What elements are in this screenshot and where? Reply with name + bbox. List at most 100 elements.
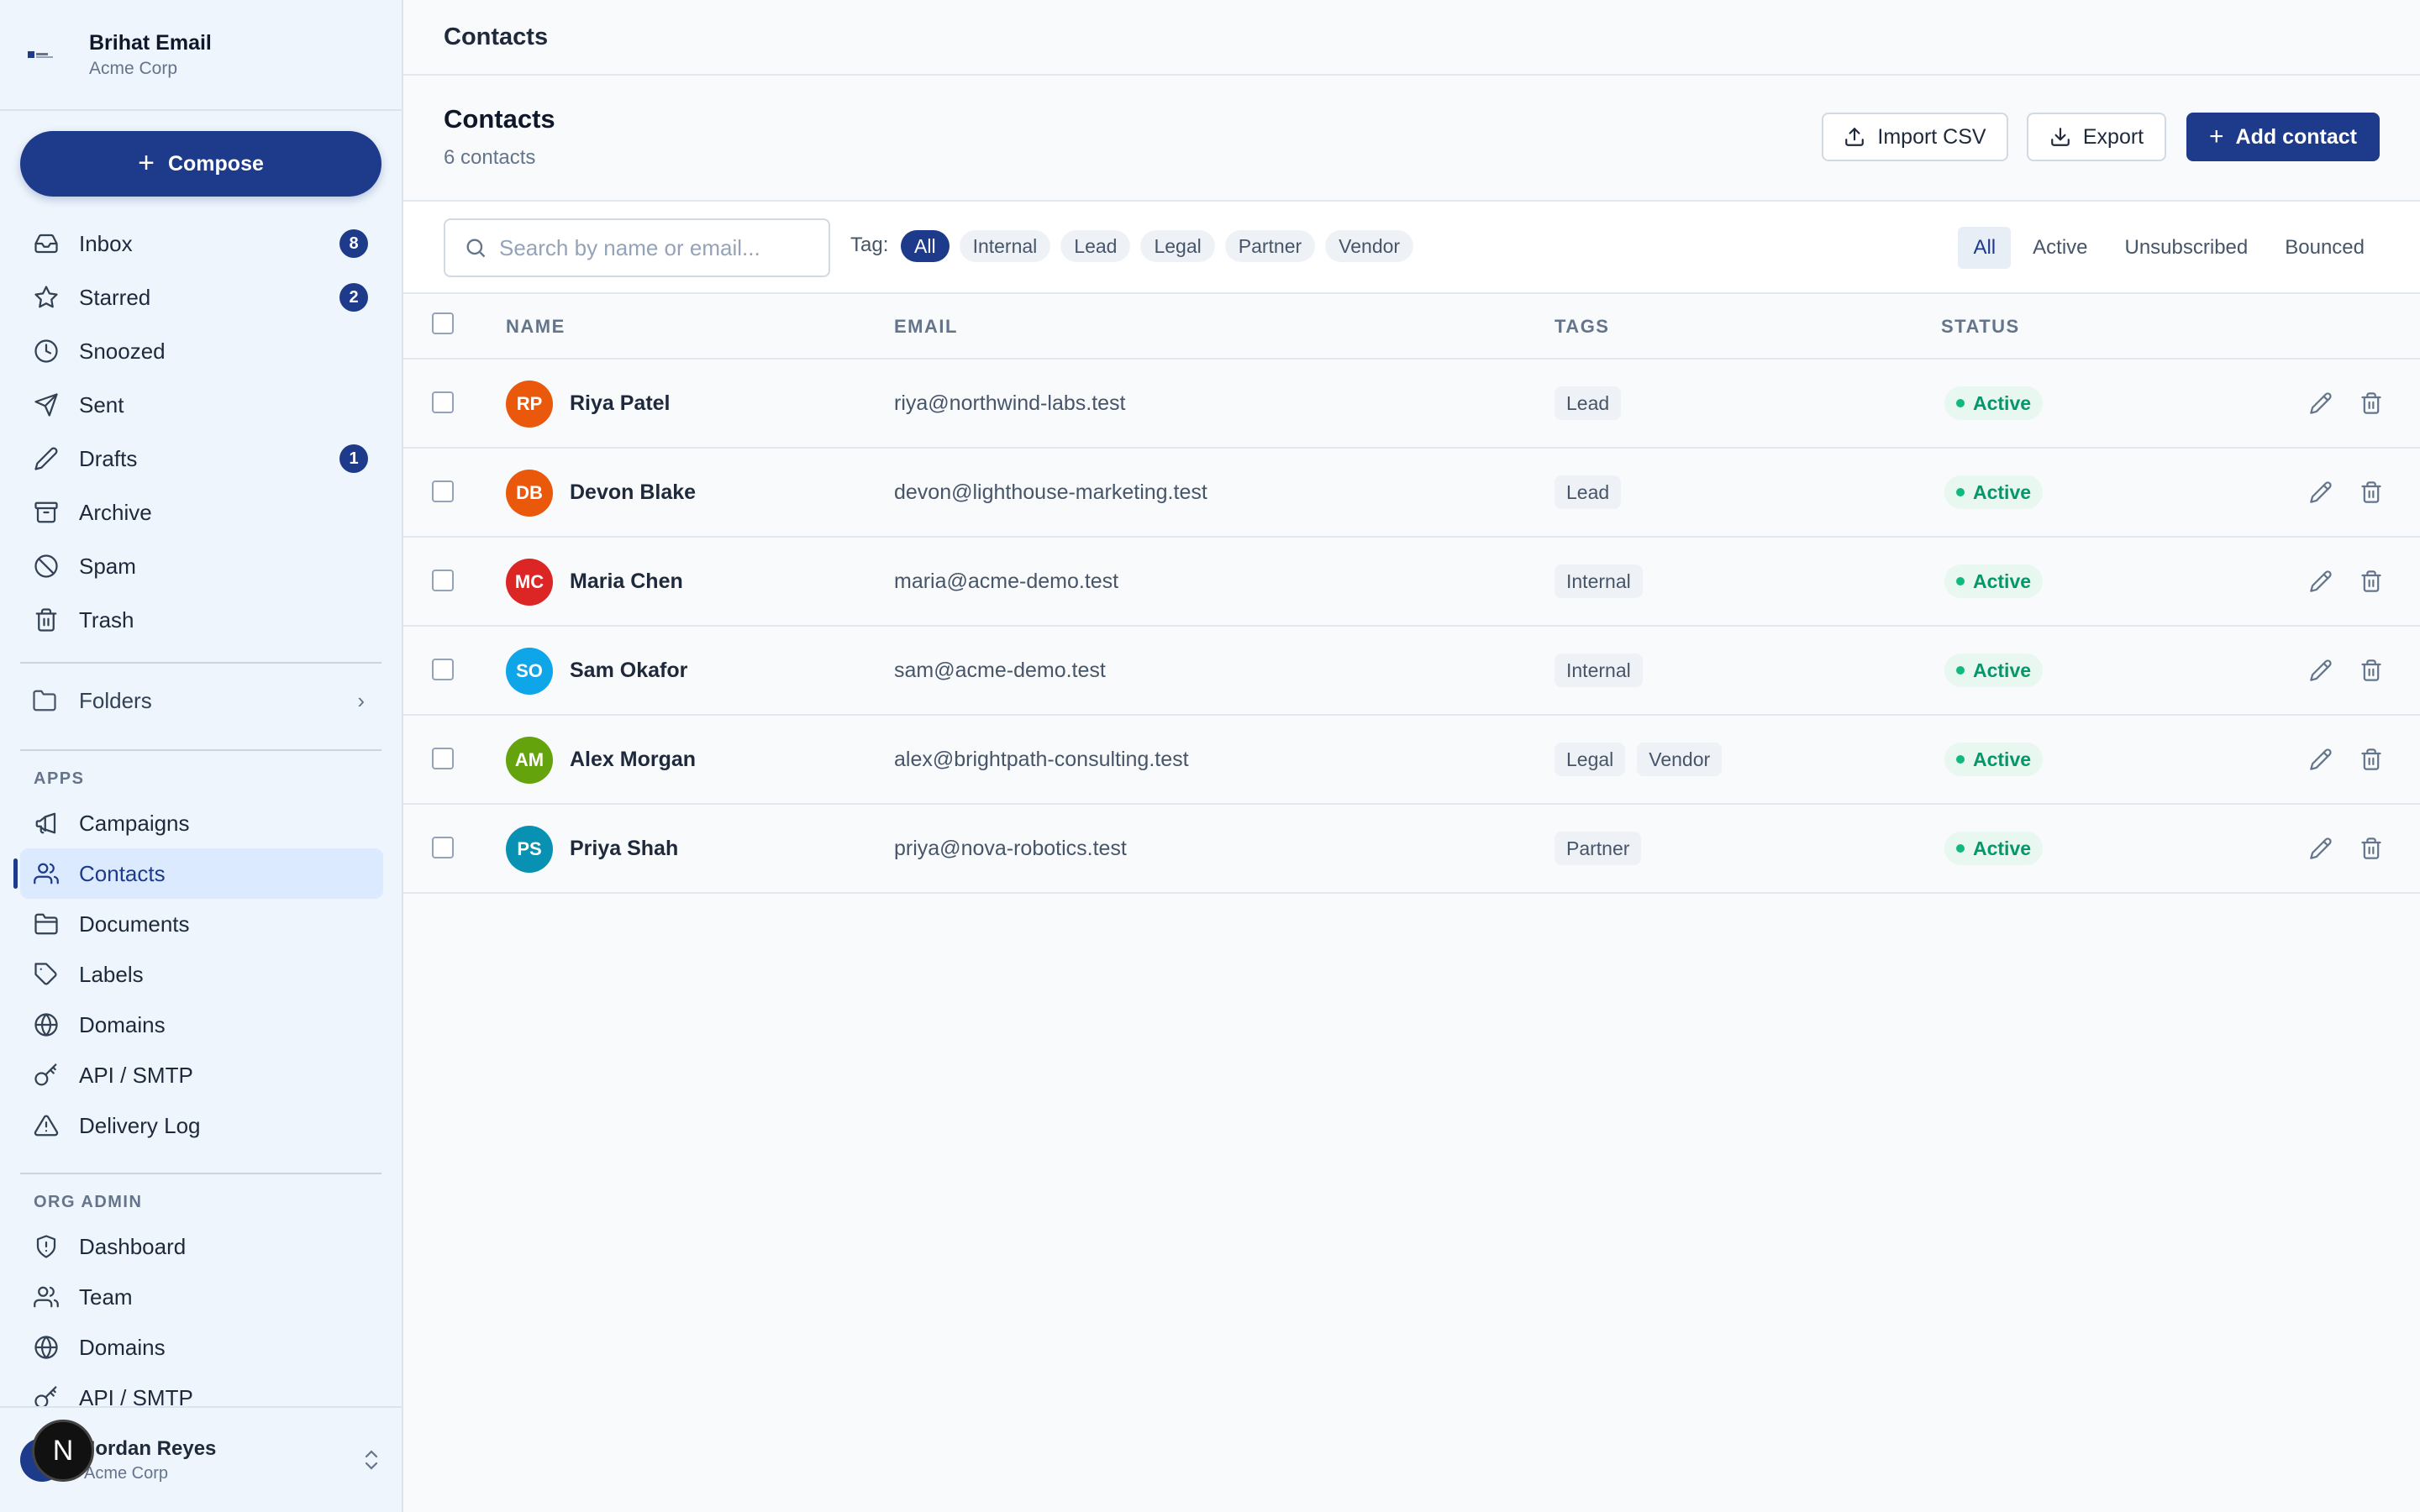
delete-icon[interactable] — [2360, 480, 2385, 506]
nav-item-api-smtp[interactable]: API / SMTP — [20, 1050, 383, 1100]
nav-item-labels[interactable]: Labels — [20, 949, 383, 1000]
column-header-tags: TAGS — [1555, 316, 1610, 337]
nav-label: Trash — [79, 606, 134, 633]
import-csv-button[interactable]: Import CSV — [1822, 113, 2008, 161]
edit-icon[interactable] — [2309, 480, 2334, 506]
row-checkbox[interactable] — [432, 570, 454, 591]
edit-icon[interactable] — [2309, 391, 2334, 417]
table-row[interactable]: DB Devon Blake devon@lighthouse-marketing.… — [403, 449, 2420, 538]
nav-item-admin-domains[interactable]: Domains — [20, 1322, 383, 1373]
contact-name[interactable]: Maria Chen — [570, 570, 683, 594]
nav-item-contacts[interactable]: Contacts — [13, 848, 383, 899]
inbox-icon — [32, 229, 60, 258]
nav-item-starred[interactable]: Starred 2 — [20, 270, 383, 324]
delete-icon[interactable] — [2360, 837, 2385, 862]
status-badge: Active — [1944, 475, 2044, 509]
table-row[interactable]: RP Riya Patel riya@northwind-labs.test Lead… — [403, 360, 2420, 449]
folders-toggle[interactable]: Folders › — [20, 675, 383, 726]
nav-item-sent[interactable]: Sent — [20, 378, 383, 432]
edit-icon[interactable] — [2309, 570, 2334, 595]
nav-label: Delivery Log — [79, 1112, 201, 1138]
table-row[interactable]: AM Alex Morgan alex@brightpath-consulting.… — [403, 716, 2420, 805]
contact-name[interactable]: Riya Patel — [570, 391, 671, 416]
row-checkbox[interactable] — [432, 748, 454, 769]
alert-triangle-icon — [32, 1111, 60, 1140]
tag-chip-partner[interactable]: Partner — [1224, 230, 1316, 262]
tag-chip-all[interactable]: All — [901, 230, 950, 262]
delete-icon[interactable] — [2360, 570, 2385, 595]
nav-label: Documents — [79, 911, 190, 937]
nav-label: Campaigns — [79, 810, 190, 836]
search-input[interactable] — [499, 234, 818, 261]
column-header-email[interactable]: EMAIL — [894, 316, 958, 338]
tag-chip-vendor[interactable]: Vendor — [1325, 230, 1414, 262]
column-header-status[interactable]: STATUS — [1941, 316, 2020, 338]
delete-icon[interactable] — [2360, 391, 2385, 417]
tag-chip-legal[interactable]: Legal — [1140, 230, 1215, 262]
nav-item-campaigns[interactable]: Campaigns — [20, 798, 383, 848]
nav-item-trash[interactable]: Trash — [20, 593, 383, 647]
table-row[interactable]: PS Priya Shah priya@nova-robotics.test Part… — [403, 805, 2420, 894]
brand-header[interactable]: Brihat Email Acme Corp — [0, 0, 402, 111]
status-tab-bounced[interactable]: Bounced — [2270, 227, 2380, 269]
add-contact-button[interactable]: + Add contact — [2186, 113, 2380, 161]
overlay-badge[interactable]: N — [32, 1420, 94, 1482]
nav-label: Starred — [79, 284, 151, 310]
filter-bar: Tag: All Internal Lead Legal Partner Ven… — [403, 202, 2420, 294]
search-box[interactable] — [444, 218, 830, 277]
brand-name: Brihat Email — [89, 31, 212, 55]
nav-item-drafts[interactable]: Drafts 1 — [20, 432, 383, 486]
nav-label: Sent — [79, 391, 124, 417]
nav-item-archive[interactable]: Archive — [20, 486, 383, 539]
nav-item-domains[interactable]: Domains — [20, 1000, 383, 1050]
contact-name[interactable]: Sam Okafor — [570, 659, 687, 683]
nav-item-dashboard[interactable]: Dashboard — [20, 1221, 383, 1272]
column-header-name[interactable]: NAME — [506, 316, 566, 338]
table-row[interactable]: MC Maria Chen maria@acme-demo.test Internal… — [403, 538, 2420, 627]
export-button[interactable]: Export — [2027, 113, 2166, 161]
edit-icon[interactable] — [2309, 659, 2334, 684]
upload-icon — [1844, 126, 1865, 148]
tag-filter-label: Tag: — [850, 234, 889, 256]
compose-button[interactable]: + Compose — [20, 131, 381, 197]
contact-name[interactable]: Priya Shah — [570, 837, 678, 861]
nav-label: Archive — [79, 499, 152, 525]
nav-item-snoozed[interactable]: Snoozed — [20, 324, 383, 378]
edit-icon[interactable] — [2309, 837, 2334, 862]
row-checkbox[interactable] — [432, 480, 454, 502]
status-tab-unsubscribed[interactable]: Unsubscribed — [2110, 227, 2264, 269]
chevrons-up-down-icon[interactable] — [363, 1448, 380, 1476]
contact-tag: Internal — [1555, 654, 1643, 687]
nav-item-spam[interactable]: Spam — [20, 539, 383, 593]
globe-icon — [32, 1333, 60, 1362]
status-tab-all[interactable]: All — [1958, 227, 2012, 269]
tag-chip-internal[interactable]: Internal — [959, 230, 1051, 262]
row-checkbox[interactable] — [432, 391, 454, 413]
nav-item-team[interactable]: Team — [20, 1272, 383, 1322]
delete-icon[interactable] — [2360, 659, 2385, 684]
nav-item-inbox[interactable]: Inbox 8 — [20, 217, 383, 270]
status-tab-active[interactable]: Active — [2018, 227, 2102, 269]
contact-name[interactable]: Devon Blake — [570, 480, 696, 505]
count-badge: 2 — [339, 283, 368, 312]
brand-org: Acme Corp — [89, 59, 178, 78]
table-row[interactable]: SO Sam Okafor sam@acme-demo.test Internal Ac… — [403, 627, 2420, 716]
star-icon — [32, 283, 60, 312]
select-all-checkbox[interactable] — [432, 312, 454, 334]
shield-icon — [32, 1232, 60, 1261]
nav-label: Domains — [79, 1334, 166, 1360]
ban-icon — [32, 552, 60, 580]
contact-avatar: DB — [506, 470, 553, 517]
nav-item-documents[interactable]: Documents — [20, 899, 383, 949]
contact-tag: Lead — [1555, 386, 1622, 420]
contact-name[interactable]: Alex Morgan — [570, 748, 696, 772]
row-checkbox[interactable] — [432, 837, 454, 858]
nav-label: Dashboard — [79, 1233, 187, 1259]
nav-item-delivery-log[interactable]: Delivery Log — [20, 1100, 383, 1151]
user-menu[interactable]: J N Jordan Reyes Acme Corp — [0, 1406, 402, 1512]
delete-icon[interactable] — [2360, 748, 2385, 773]
row-checkbox[interactable] — [432, 659, 454, 680]
edit-icon[interactable] — [2309, 748, 2334, 773]
tag-chip-lead[interactable]: Lead — [1060, 230, 1131, 262]
export-label: Export — [2082, 124, 2144, 149]
